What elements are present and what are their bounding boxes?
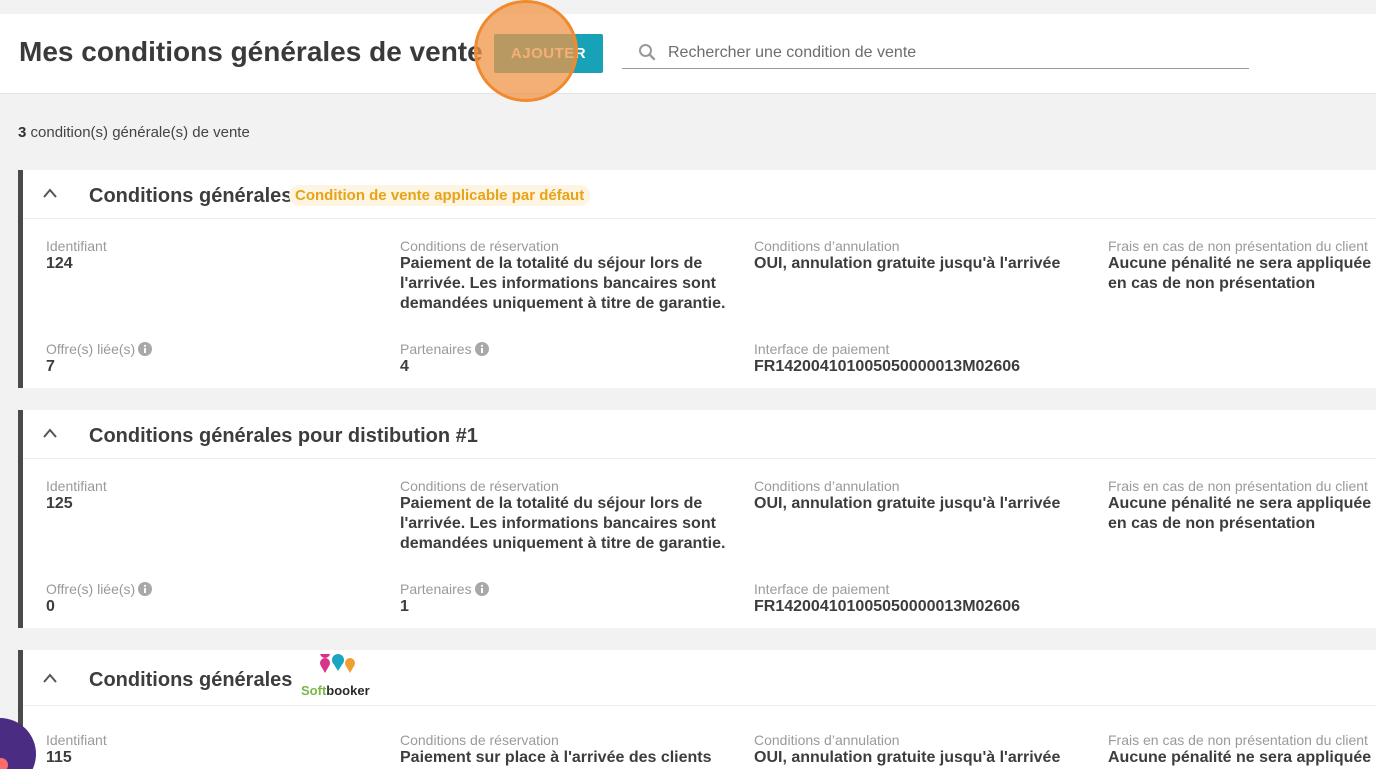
field-label: Conditions d’annulation [754, 238, 900, 254]
field-reservation: Conditions de réservation Paiement de la… [400, 238, 735, 314]
top-strip [0, 0, 1376, 14]
results-count-number: 3 [18, 124, 27, 141]
logo-soft: Soft [301, 683, 327, 698]
field-label: Partenaires [400, 341, 472, 357]
search-input[interactable] [668, 41, 1238, 65]
field-annulation: Conditions d’annulation OUI, annulation … [754, 478, 1060, 514]
field-label: Conditions d’annulation [754, 478, 900, 494]
field-paiement: Interface de paiement FR1420041010050500… [754, 341, 1020, 377]
card-header[interactable]: Conditions générales Softbooker [23, 648, 1376, 706]
field-offres: Offre(s) liée(s) 0 [46, 581, 153, 617]
softbooker-logo: Softbooker [301, 648, 381, 698]
field-label: Identifiant [46, 732, 107, 748]
field-value: OUI, annulation gratuite jusqu'à l'arriv… [754, 495, 1061, 512]
field-identifiant: Identifiant 124 [46, 238, 107, 274]
chevron-up-icon[interactable] [42, 187, 58, 199]
results-count: 3 condition(s) générale(s) de vente [18, 124, 250, 141]
field-reservation: Conditions de réservation Paiement sur p… [400, 732, 735, 768]
field-value: OUI, annulation gratuite jusqu'à l'arriv… [754, 749, 1061, 766]
field-value: Paiement de la totalité du séjour lors d… [400, 495, 726, 552]
chevron-up-icon[interactable] [42, 427, 58, 439]
field-label: Frais en cas de non présentation du clie… [1108, 732, 1368, 748]
condition-card: Conditions générales pour distibution #1… [18, 410, 1376, 628]
field-label: Identifiant [46, 238, 107, 254]
card-header[interactable]: Conditions générales pour distibution #1 [23, 410, 1376, 459]
field-value: 1 [400, 598, 409, 615]
field-value: FR142004101005050000013M02606 [754, 358, 1021, 375]
field-label: Partenaires [400, 581, 472, 597]
field-partenaires: Partenaires 4 [400, 341, 489, 377]
field-reservation: Conditions de réservation Paiement de la… [400, 478, 735, 554]
field-value: Aucune pénalité ne sera appliquée en cas… [1108, 749, 1372, 766]
field-value: Aucune pénalité ne sera appliquée en cas… [1108, 255, 1372, 292]
softbooker-pins-icon [320, 648, 355, 678]
page-title: Mes conditions générales de vente [19, 36, 483, 67]
field-frais: Frais en cas de non présentation du clie… [1108, 238, 1376, 294]
field-paiement: Interface de paiement FR1420041010050500… [754, 581, 1020, 617]
field-value: Aucune pénalité ne sera appliquée en cas… [1108, 495, 1372, 532]
field-label: Frais en cas de non présentation du clie… [1108, 478, 1368, 494]
field-label: Interface de paiement [754, 581, 890, 597]
chat-notification-dot [0, 758, 8, 769]
softbooker-logo-text: Softbooker [301, 683, 370, 698]
field-frais: Frais en cas de non présentation du clie… [1108, 478, 1376, 534]
field-value: 7 [46, 358, 55, 375]
field-label: Offre(s) liée(s) [46, 341, 136, 357]
field-label: Conditions d’annulation [754, 732, 900, 748]
search-icon [639, 44, 656, 61]
field-value: 0 [46, 598, 55, 615]
field-label: Frais en cas de non présentation du clie… [1108, 238, 1368, 254]
field-value: FR142004101005050000013M02606 [754, 598, 1021, 615]
card-title: Conditions générales pour distibution #1 [89, 425, 478, 447]
field-value: 115 [46, 749, 72, 766]
info-icon[interactable] [474, 342, 489, 356]
field-label: Interface de paiement [754, 341, 890, 357]
field-value: Paiement sur place à l'arrivée des clien… [400, 749, 712, 766]
field-label: Conditions de réservation [400, 478, 559, 494]
field-identifiant: Identifiant 125 [46, 478, 107, 514]
field-value: OUI, annulation gratuite jusqu'à l'arriv… [754, 255, 1061, 272]
field-value: 124 [46, 255, 73, 272]
card-title: Conditions générales [89, 669, 293, 691]
field-identifiant: Identifiant 115 [46, 732, 107, 768]
field-offres: Offre(s) liée(s) 7 [46, 341, 153, 377]
card-header[interactable]: Conditions générales Condition de vente … [23, 170, 1376, 219]
card-title: Conditions générales [89, 185, 293, 207]
field-value: 4 [400, 358, 409, 375]
field-value: Paiement de la totalité du séjour lors d… [400, 255, 726, 312]
field-annulation: Conditions d’annulation OUI, annulation … [754, 732, 1060, 768]
condition-card: Conditions générales Condition de vente … [18, 170, 1376, 388]
field-annulation: Conditions d’annulation OUI, annulation … [754, 238, 1060, 274]
field-value: 125 [46, 495, 73, 512]
field-partenaires: Partenaires 1 [400, 581, 489, 617]
default-badge: Condition de vente applicable par défaut [289, 185, 591, 206]
results-count-label: condition(s) générale(s) de vente [30, 124, 250, 141]
info-icon[interactable] [138, 342, 153, 356]
field-frais: Frais en cas de non présentation du clie… [1108, 732, 1376, 769]
condition-card: Conditions générales Softbooker Identifi… [18, 648, 1376, 769]
add-button[interactable]: AJOUTER [494, 34, 603, 73]
search-bar [622, 39, 1249, 69]
logo-booker: booker [326, 683, 370, 698]
page-header: Mes conditions générales de vente AJOUTE… [0, 14, 1376, 94]
info-icon[interactable] [474, 582, 489, 596]
chevron-up-icon[interactable] [42, 672, 58, 684]
field-label: Conditions de réservation [400, 732, 559, 748]
field-label: Identifiant [46, 478, 107, 494]
field-label: Conditions de réservation [400, 238, 559, 254]
info-icon[interactable] [138, 582, 153, 596]
field-label: Offre(s) liée(s) [46, 581, 136, 597]
